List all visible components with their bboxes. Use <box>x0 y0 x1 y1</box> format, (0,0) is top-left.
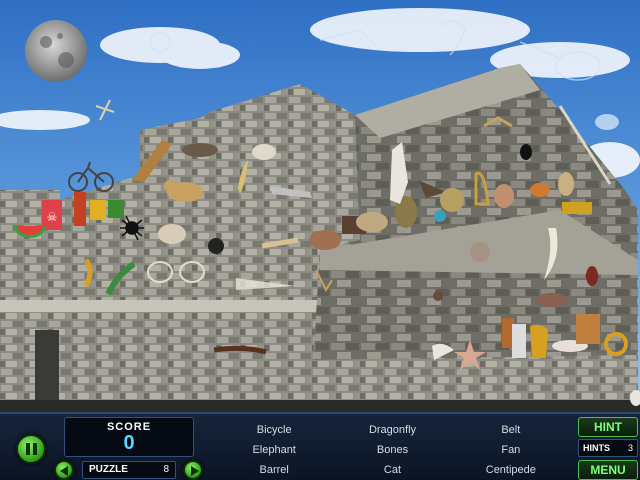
hints-counter: HINTS 3 <box>578 439 638 457</box>
pause-button[interactable] <box>16 434 46 464</box>
next-puzzle-button[interactable] <box>183 460 203 480</box>
next-arrow-icon <box>191 466 199 476</box>
find-item: Belt <box>501 424 521 436</box>
doorway <box>35 330 59 412</box>
grater-object[interactable] <box>512 324 526 358</box>
beetle-object[interactable] <box>586 266 598 286</box>
animal-object[interactable] <box>309 230 341 250</box>
find-list: Bicycle Dragonfly Belt Elephant Bones Fa… <box>215 420 570 480</box>
pebble-object[interactable] <box>433 291 443 301</box>
cat-head <box>164 180 176 192</box>
jug-object[interactable] <box>90 200 106 220</box>
squirrel-object[interactable] <box>494 184 514 208</box>
gold-bar-object[interactable] <box>562 202 592 214</box>
menu-button[interactable]: MENU <box>578 460 638 480</box>
skull-glyph: ☠ <box>47 210 58 224</box>
find-item: Elephant <box>252 444 296 456</box>
left-ledge <box>0 300 320 312</box>
find-item: Bicycle <box>256 424 292 436</box>
helmet-object[interactable] <box>530 324 548 358</box>
find-item: Fan <box>501 444 521 456</box>
find-item: Bones <box>376 444 409 456</box>
rabbit-object[interactable] <box>558 172 574 196</box>
puzzle-number: 8 <box>163 464 169 475</box>
bucket-object[interactable] <box>576 314 600 344</box>
shell-object[interactable] <box>158 224 186 244</box>
find-item: Centipede <box>485 464 536 476</box>
elephant-object[interactable] <box>356 212 388 232</box>
hints-remaining: 3 <box>627 443 633 453</box>
hud-bar: SCORE 0 PUZZLE 8 Bicycle Dragonfly Belt … <box>0 412 640 480</box>
moon-object[interactable] <box>25 20 87 82</box>
shoe-object[interactable] <box>182 143 218 157</box>
cap-object[interactable] <box>536 293 568 307</box>
flower-object[interactable] <box>208 238 224 254</box>
previous-puzzle-button[interactable] <box>54 460 74 480</box>
puzzle-indicator: PUZZLE 8 <box>82 461 176 479</box>
bottle-object[interactable] <box>74 192 86 226</box>
gem-object[interactable] <box>434 210 446 222</box>
hints-label: HINTS <box>583 443 610 453</box>
hint-button[interactable]: HINT <box>578 417 638 437</box>
game-scene[interactable]: ☠ <box>0 0 640 412</box>
score-panel: SCORE 0 <box>64 417 194 457</box>
bottle-cap-object[interactable] <box>595 114 619 130</box>
coin-object[interactable] <box>470 242 490 262</box>
fox-object[interactable] <box>530 183 550 197</box>
previous-arrow-icon <box>60 466 68 476</box>
find-item: Barrel <box>259 464 289 476</box>
green-box-object[interactable] <box>108 200 124 218</box>
ground-shadow <box>0 400 640 412</box>
shaker-object[interactable] <box>252 144 276 160</box>
find-item: Cat <box>383 464 402 476</box>
mask-object[interactable] <box>440 188 464 212</box>
black-egg-object[interactable] <box>520 144 532 160</box>
find-item: Dragonfly <box>368 424 417 436</box>
puzzle-label: PUZZLE <box>89 464 128 475</box>
score-value: 0 <box>123 432 135 454</box>
scene-svg[interactable]: ☠ <box>0 0 640 412</box>
